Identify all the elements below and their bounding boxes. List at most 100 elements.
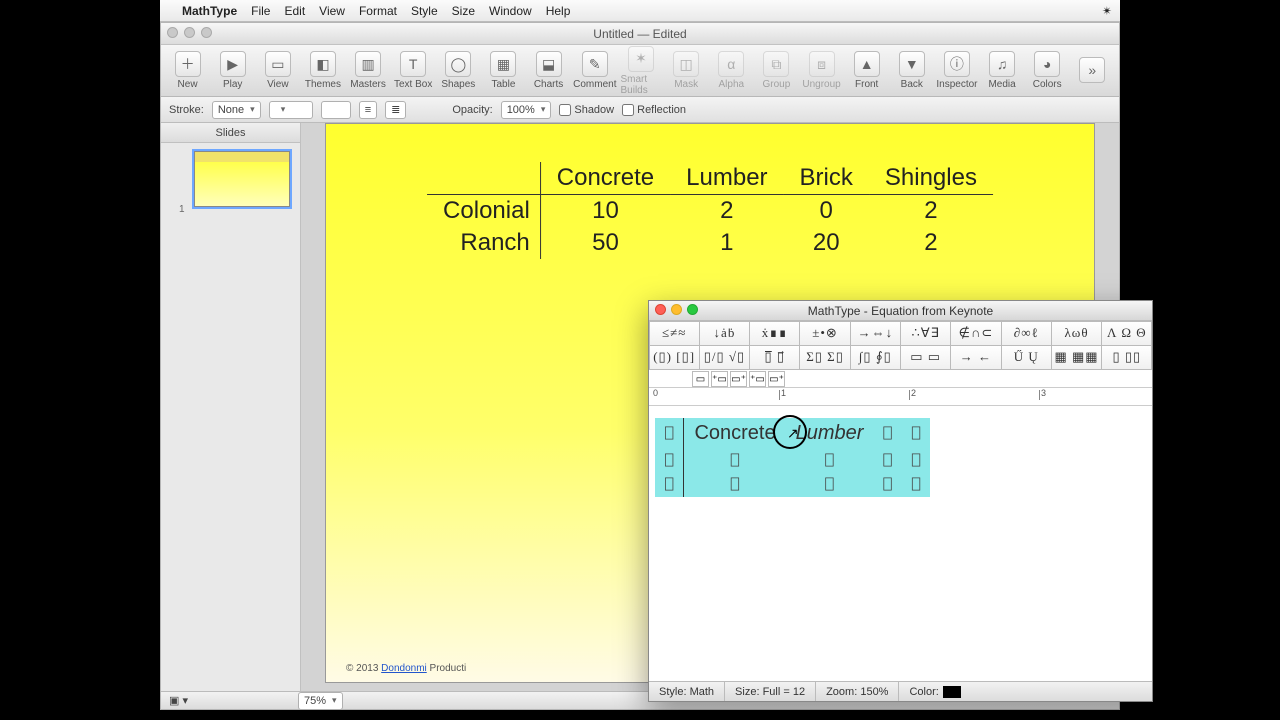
palette-symbol-8[interactable]: λωθ bbox=[1051, 321, 1102, 346]
zoom-dropdown[interactable]: 75% bbox=[298, 692, 343, 710]
slide-number: 1 bbox=[179, 204, 185, 215]
equation-canvas[interactable]: ⎕ Concrete Lumber ⎕⎕ ⎕⎕⎕⎕⎕ ⎕⎕⎕⎕⎕ bbox=[649, 406, 1152, 666]
media-button[interactable]: ♫Media bbox=[982, 51, 1023, 90]
palette-symbol-7[interactable]: ∂∞ℓ bbox=[1001, 321, 1052, 346]
masters-button[interactable]: ▥Masters bbox=[348, 51, 389, 90]
copyright-link[interactable]: Dondonmi bbox=[381, 663, 427, 674]
view-mode-icon[interactable]: ▣ ▾ bbox=[169, 694, 188, 707]
ungroup-button[interactable]: ⧈Ungroup bbox=[801, 51, 842, 90]
palette-symbol-4[interactable]: →⇔↓ bbox=[850, 321, 901, 346]
align-1-button[interactable]: ≡ bbox=[359, 101, 377, 119]
mathtype-statusbar: Style: Math Size: Full = 12 Zoom: 150% C… bbox=[649, 681, 1152, 701]
close-icon[interactable] bbox=[167, 27, 178, 38]
inspector-button[interactable]: ⓘInspector bbox=[936, 51, 977, 90]
palette-template-7[interactable]: Ű Ų bbox=[1001, 345, 1052, 370]
mathtype-titlebar[interactable]: MathType - Equation from Keynote bbox=[649, 301, 1152, 321]
cell-concrete[interactable]: Concrete bbox=[684, 418, 786, 449]
palette-template-0[interactable]: (▯) [▯] bbox=[649, 345, 700, 370]
menu-style[interactable]: Style bbox=[411, 4, 438, 18]
alpha-button[interactable]: αAlpha bbox=[711, 51, 752, 90]
front-button[interactable]: ▲Front bbox=[846, 51, 887, 90]
align-2-button[interactable]: ≣ bbox=[385, 101, 406, 119]
menu-size[interactable]: Size bbox=[452, 4, 475, 18]
matrix-selection[interactable]: ⎕ Concrete Lumber ⎕⎕ ⎕⎕⎕⎕⎕ ⎕⎕⎕⎕⎕ bbox=[655, 418, 930, 497]
menu-edit[interactable]: Edit bbox=[284, 4, 305, 18]
table-button[interactable]: ▦Table bbox=[483, 51, 524, 90]
small-tab-3[interactable]: ⁺▭ bbox=[749, 371, 766, 387]
spotlight-icon[interactable]: ✴︎ bbox=[1102, 4, 1112, 18]
opacity-dropdown[interactable]: 100% bbox=[501, 101, 552, 119]
new-button[interactable]: ＋New bbox=[167, 51, 208, 90]
reflection-checkbox[interactable]: Reflection bbox=[622, 104, 686, 116]
mask-button[interactable]: ◫Mask bbox=[666, 51, 707, 90]
ruler[interactable]: 0 1 2 3 bbox=[649, 388, 1152, 406]
toolbar-overflow[interactable]: » bbox=[1072, 57, 1113, 85]
menu-window[interactable]: Window bbox=[489, 4, 532, 18]
palette-symbol-2[interactable]: ẋ∎∎ bbox=[749, 321, 800, 346]
opacity-label: Opacity: bbox=[452, 104, 492, 116]
palette-symbol-9[interactable]: Λ Ω Θ bbox=[1101, 321, 1152, 346]
line-weight-input[interactable] bbox=[321, 101, 351, 119]
small-tab-4[interactable]: ▭⁺ bbox=[768, 371, 785, 387]
menu-format[interactable]: Format bbox=[359, 4, 397, 18]
cell-lumber[interactable]: Lumber bbox=[786, 418, 874, 449]
close-icon[interactable] bbox=[655, 304, 666, 315]
zoom-icon[interactable] bbox=[201, 27, 212, 38]
status-color-label: Color: bbox=[909, 686, 938, 698]
small-tab-2[interactable]: ▭⁺ bbox=[730, 371, 747, 387]
format-bar: Stroke: None ≡ ≣ Opacity: 100% Shadow Re… bbox=[161, 97, 1119, 123]
status-size-label: Size: bbox=[735, 686, 759, 698]
palette-symbol-1[interactable]: ↓ȧḃ bbox=[699, 321, 750, 346]
group-button[interactable]: ⧉Group bbox=[756, 51, 797, 90]
menu-file[interactable]: File bbox=[251, 4, 270, 18]
comment-button[interactable]: ✎Comment bbox=[573, 51, 616, 90]
mathtype-title: MathType - Equation from Keynote bbox=[808, 304, 993, 318]
palette-template-1[interactable]: ▯/▯ √▯ bbox=[699, 345, 750, 370]
palette-template-5[interactable]: ▭ ▭ bbox=[900, 345, 951, 370]
themes-button[interactable]: ◧Themes bbox=[302, 51, 343, 90]
palette-template-6[interactable]: → ← bbox=[950, 345, 1001, 370]
shadow-checkbox[interactable]: Shadow bbox=[559, 104, 614, 116]
smartbuilds-button[interactable]: ✶Smart Builds bbox=[620, 46, 661, 96]
zoom-icon[interactable] bbox=[687, 304, 698, 315]
stroke-dropdown[interactable]: None bbox=[212, 101, 261, 119]
template-tabs: ▭⁺▭▭⁺⁺▭▭⁺ bbox=[649, 370, 1152, 388]
table-row: Ranch 50 1 20 2 bbox=[427, 227, 993, 259]
col-brick: Brick bbox=[784, 162, 869, 195]
minimize-icon[interactable] bbox=[184, 27, 195, 38]
col-lumber: Lumber bbox=[670, 162, 783, 195]
palette-template-2[interactable]: ▯̅ ▯⃗ bbox=[749, 345, 800, 370]
palette-symbol-6[interactable]: ∉∩⊂ bbox=[950, 321, 1001, 346]
keynote-toolbar: ＋New▶Play▭View◧Themes▥MastersTText Box◯S… bbox=[161, 45, 1119, 97]
stroke-label: Stroke: bbox=[169, 104, 204, 116]
palette-template-9[interactable]: ▯ ▯▯ bbox=[1101, 345, 1152, 370]
palette-template-8[interactable]: ▦ ▦▦ bbox=[1051, 345, 1102, 370]
small-tab-1[interactable]: ⁺▭ bbox=[711, 371, 728, 387]
shapes-button[interactable]: ◯Shapes bbox=[438, 51, 479, 90]
textbox-button[interactable]: TText Box bbox=[393, 51, 434, 90]
menu-help[interactable]: Help bbox=[546, 4, 571, 18]
menubar-app-name[interactable]: MathType bbox=[182, 4, 237, 18]
window-title: Untitled — Edited bbox=[593, 27, 686, 41]
palette-symbol-5[interactable]: ∴∀∃ bbox=[900, 321, 951, 346]
color-swatch[interactable] bbox=[943, 686, 961, 698]
col-concrete: Concrete bbox=[540, 162, 670, 195]
play-button[interactable]: ▶Play bbox=[212, 51, 253, 90]
palette-symbol-0[interactable]: ≤≠≈ bbox=[649, 321, 700, 346]
minimize-icon[interactable] bbox=[671, 304, 682, 315]
mathtype-window: MathType - Equation from Keynote ≤≠≈↓ȧḃẋ… bbox=[648, 300, 1153, 702]
colors-button[interactable]: ◕Colors bbox=[1027, 51, 1068, 90]
slides-sidebar: Slides 1 bbox=[161, 123, 301, 691]
charts-button[interactable]: ⬓Charts bbox=[528, 51, 569, 90]
palette-template-3[interactable]: Σ▯ Σ▯ bbox=[799, 345, 850, 370]
back-button[interactable]: ▼Back bbox=[891, 51, 932, 90]
palette-symbol-3[interactable]: ±•⊗ bbox=[799, 321, 850, 346]
small-tab-0[interactable]: ▭ bbox=[692, 371, 709, 387]
palette-template-4[interactable]: ∫▯ ∮▯ bbox=[850, 345, 901, 370]
window-titlebar[interactable]: Untitled — Edited bbox=[161, 23, 1119, 45]
line-style-dropdown[interactable] bbox=[269, 101, 313, 119]
slide-thumbnail[interactable] bbox=[194, 151, 290, 207]
macos-menubar: MathType File Edit View Format Style Siz… bbox=[160, 0, 1120, 22]
menu-view[interactable]: View bbox=[319, 4, 345, 18]
view-button[interactable]: ▭View bbox=[257, 51, 298, 90]
